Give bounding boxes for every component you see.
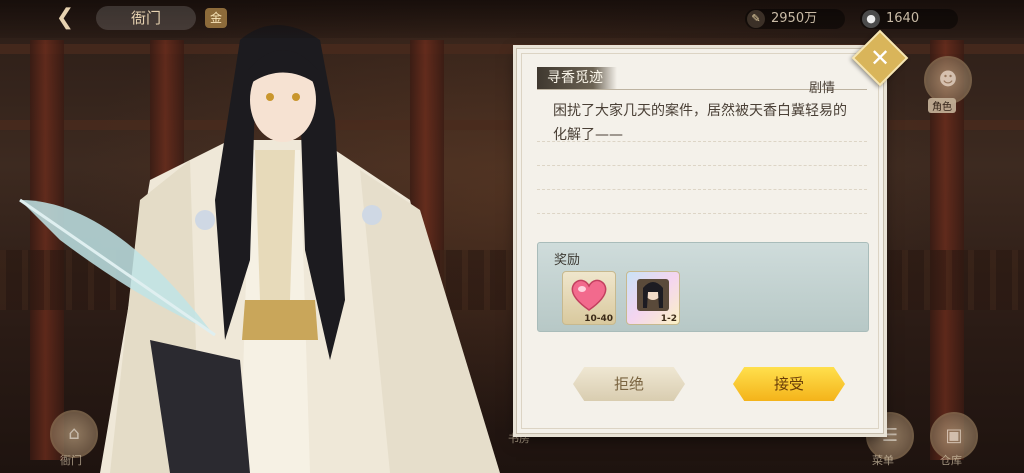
reward-qty: 10-40 [584,314,613,324]
reward-qty: 1-2 [660,314,677,324]
close-icon: ✕ [869,44,891,72]
location-title: 衙门 [96,6,196,30]
roles-icon: ☻ [938,69,958,90]
menu-label: 菜单 [872,454,894,467]
feather-coin-icon: ✎ [747,10,765,28]
dashed-line [537,213,867,214]
character-card-icon [637,279,669,311]
hall-label: 衙门 [60,454,82,467]
currency-silver[interactable]: ● 1640 [860,9,958,29]
quest-description: 困扰了大家几天的案件，居然被天香白冀轻易的化解了—— [553,103,847,143]
reward-item-card[interactable]: 1-2 [626,271,680,325]
currency-feather-value: 2950万 [771,11,818,26]
quest-dialog: 寻香觅迹 剧情 困扰了大家几天的案件，居然被天香白冀轻易的化解了—— 奖励 10… [516,48,884,434]
dashed-line [537,141,867,142]
reward-panel: 奖励 10-40 1-2 [537,242,869,332]
top-bar: ❮ 衙门 金 ✎ 2950万 ● 1640 [0,0,1024,38]
warehouse-label: 仓库 [940,454,962,467]
quest-category: 剧情 [809,81,836,96]
warehouse-icon: ▣ [945,425,963,446]
silver-coin-icon: ● [862,10,880,28]
menu-icon: ☰ [881,425,899,446]
quest-title: 寻香觅迹 [537,67,617,89]
back-arrow-icon[interactable]: ❮ [50,6,80,30]
currency-feather[interactable]: ✎ 2950万 [745,9,845,29]
character-illustration [19,25,500,473]
dashed-line [537,189,867,190]
gold-tag[interactable]: 金 [205,8,227,28]
roles-label: 角色 [928,98,956,113]
heart-icon [571,279,607,311]
roles-button[interactable]: ☻ [924,56,972,104]
currency-silver-value: 1640 [886,11,920,26]
reward-label: 奖励 [554,253,581,268]
accept-button[interactable]: 接受 [733,367,845,401]
dashed-line [537,165,867,166]
hall-icon: ⌂ [68,423,80,444]
hall-button[interactable]: ⌂ [50,410,98,458]
reward-item-heart[interactable]: 10-40 [562,271,616,325]
refuse-button[interactable]: 拒绝 [573,367,685,401]
